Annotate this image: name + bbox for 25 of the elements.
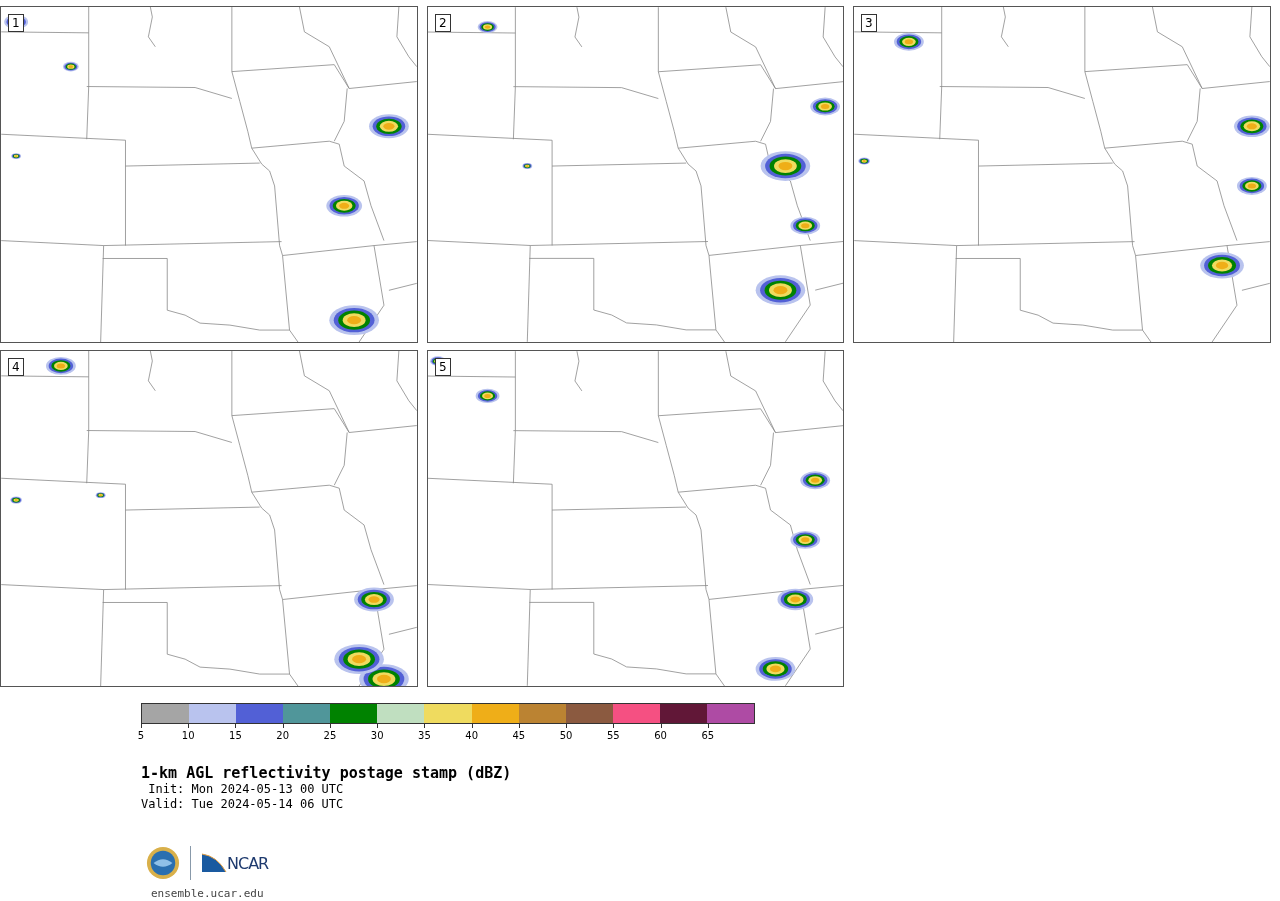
tick-label: 65 — [701, 730, 715, 741]
tick-label: 20 — [276, 730, 290, 741]
website-url: ensemble.ucar.edu — [151, 887, 265, 900]
tick-label: 30 — [370, 730, 384, 741]
panel-number: 2 — [435, 14, 451, 32]
tick-label: 35 — [418, 730, 431, 741]
tick-label: 5 — [137, 730, 145, 741]
tick-label: 60 — [654, 730, 667, 741]
panel-number: 4 — [8, 358, 24, 376]
panel-number: 5 — [435, 358, 451, 376]
panel-number: 3 — [861, 14, 877, 32]
tick-label: 25 — [323, 730, 337, 741]
ncar-logo-icon — [201, 853, 227, 873]
plot-title: 1-km AGL reflectivity postage stamp (dBZ) — [141, 764, 513, 782]
tick-label: 15 — [229, 730, 242, 741]
tick-label: 40 — [465, 730, 478, 741]
tick-label: 45 — [512, 730, 526, 741]
logo-text: NCAR — [227, 853, 269, 873]
tick-label: 55 — [607, 730, 620, 741]
seal-icon — [146, 846, 180, 880]
panel-number: 1 — [8, 14, 24, 32]
tick-label: 50 — [559, 730, 573, 741]
tick-label: 10 — [181, 730, 195, 741]
valid-time: Valid: Tue 2024-05-14 06 UTC — [141, 797, 345, 812]
init-time: Init: Mon 2024-05-13 00 UTC — [147, 782, 345, 797]
